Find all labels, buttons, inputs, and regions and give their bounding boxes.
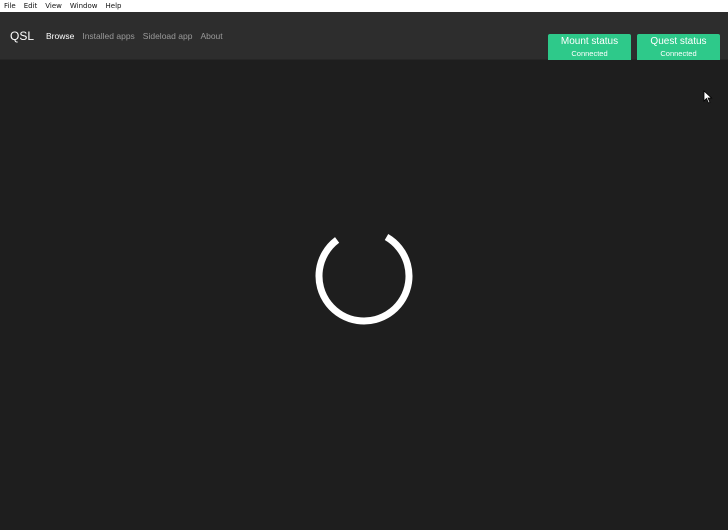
app-window: File Edit View Window Help QSL Browse In…	[0, 0, 728, 530]
menu-view[interactable]: View	[45, 0, 62, 12]
nav-sideload-app[interactable]: Sideload app	[143, 30, 193, 42]
loading-spinner-icon	[315, 227, 413, 325]
nav-installed-apps[interactable]: Installed apps	[82, 30, 134, 42]
nav-links: Browse Installed apps Sideload app About	[46, 30, 231, 42]
quest-status-button[interactable]: Quest status Connected	[637, 34, 720, 62]
brand-logo[interactable]: QSL	[10, 28, 34, 44]
mount-status-title: Mount status	[560, 36, 619, 47]
nav-about[interactable]: About	[200, 30, 222, 42]
mount-status-value: Connected	[571, 49, 608, 58]
main-content	[0, 60, 728, 530]
mount-status-button[interactable]: Mount status Connected	[548, 34, 631, 62]
menu-file[interactable]: File	[4, 0, 16, 12]
top-navbar: QSL Browse Installed apps Sideload app A…	[0, 12, 728, 62]
menu-edit[interactable]: Edit	[24, 0, 38, 12]
menu-bar: File Edit View Window Help	[0, 0, 728, 12]
quest-status-title: Quest status	[650, 36, 707, 47]
menu-window[interactable]: Window	[70, 0, 98, 12]
menu-help[interactable]: Help	[106, 0, 122, 12]
quest-status-value: Connected	[660, 49, 697, 58]
mouse-cursor-icon	[703, 90, 713, 104]
nav-browse[interactable]: Browse	[46, 30, 74, 42]
